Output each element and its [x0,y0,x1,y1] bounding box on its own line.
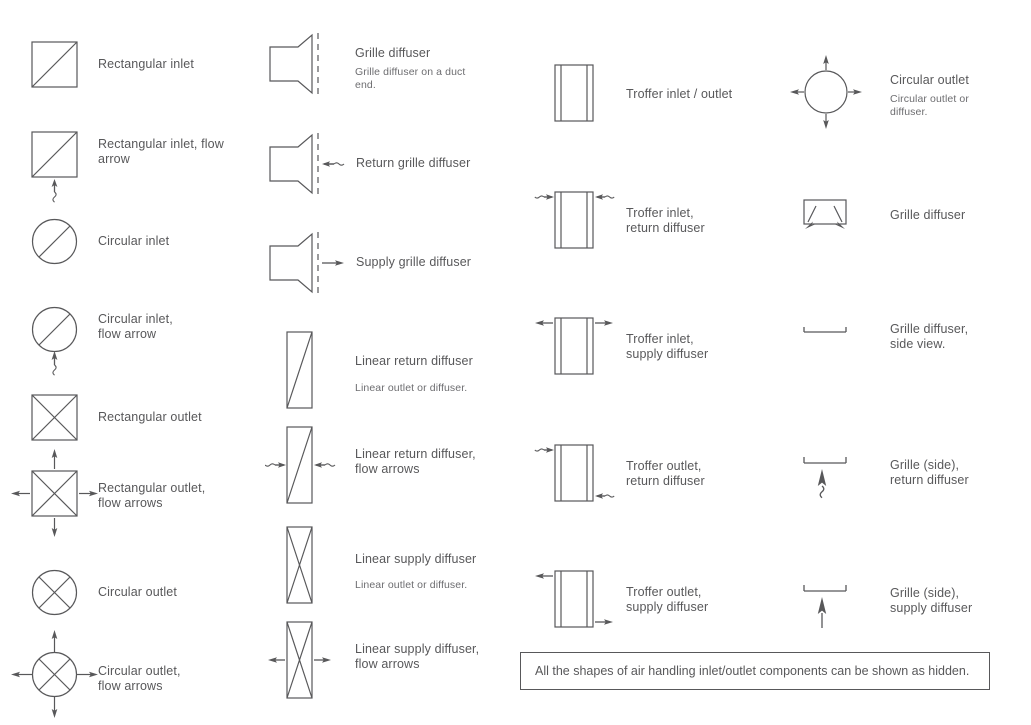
legend-sublabel: Grille diffuser on a duct end. [355,66,466,91]
legend-label: Return grille diffuser [356,156,471,170]
legend-label: Circular outlet, flow arrows [98,664,181,693]
legend-diagram: Rectangular inlet Rectangular inlet, flo… [0,0,1031,725]
legend-sublabel: Linear outlet or diffuser. [355,579,468,591]
legend-label: Rectangular inlet [98,57,194,71]
legend-label: Troffer inlet, supply diffuser [626,332,709,361]
rectangular-inlet-flow-arrow-icon [31,131,78,203]
linear-supply-diffuser-icon [286,526,313,604]
legend-label: Troffer inlet / outlet [626,87,733,101]
linear-return-diffuser-flow-arrows-icon [265,426,336,504]
legend-label: Linear supply diffuser, flow arrows [355,642,480,671]
legend-label: Troffer outlet, supply diffuser [626,585,709,614]
legend-label: Grille (side), supply diffuser [890,586,973,615]
legend-sublabel: Linear outlet or diffuser. [355,382,468,394]
legend-label: Grille diffuser [355,46,431,60]
circular-inlet-icon [31,218,78,265]
rectangular-outlet-flow-arrows-icon [11,449,98,537]
legend-label: Supply grille diffuser [356,255,472,269]
legend-label: Linear return diffuser [355,354,473,368]
grille-diffuser-plan-icon [803,199,847,229]
troffer-inlet-outlet-icon [554,64,594,122]
note-text: All the shapes of air handling inlet/out… [535,664,970,678]
legend-label: Troffer inlet, return diffuser [626,206,705,235]
circular-inlet-flow-arrow-icon [31,306,78,376]
legend-label: Rectangular inlet, flow arrow [98,137,224,166]
linear-return-diffuser-icon [286,331,313,409]
grille-diffuser-duct-end-icon [269,33,319,95]
troffer-inlet-supply-diffuser-icon [535,317,613,375]
grille-diffuser-side-view-icon [803,327,847,333]
grille-side-return-diffuser-icon [803,457,847,499]
circular-outlet-diffuser-icon [790,55,862,129]
legend-label: Grille diffuser [890,208,966,222]
circular-outlet-icon [31,569,78,616]
legend-label: Circular outlet [890,73,969,87]
legend-label: Rectangular outlet [98,410,202,424]
legend-label: Grille diffuser, side view. [890,322,969,351]
legend-label: Circular inlet, flow arrow [98,312,173,341]
rectangular-outlet-icon [31,394,78,441]
troffer-inlet-return-diffuser-icon [534,191,615,249]
return-grille-diffuser-icon [269,133,345,195]
note-box: All the shapes of air handling inlet/out… [520,652,990,690]
grille-side-supply-diffuser-icon [803,585,847,628]
legend-label: Grille (side), return diffuser [890,458,969,487]
legend-label: Rectangular outlet, flow arrows [98,481,206,510]
legend-label: Circular outlet [98,585,177,599]
legend-label: Linear supply diffuser [355,552,477,566]
circular-outlet-flow-arrows-icon [11,630,98,718]
troffer-outlet-supply-diffuser-icon [535,570,613,628]
legend-label: Circular inlet [98,234,170,248]
rectangular-inlet-icon [31,41,78,88]
linear-supply-diffuser-flow-arrows-icon [268,621,331,699]
legend-label: Troffer outlet, return diffuser [626,459,705,488]
troffer-outlet-return-diffuser-icon [534,444,615,502]
legend-label: Linear return diffuser, flow arrows [355,447,476,476]
legend-sublabel: Circular outlet or diffuser. [890,93,969,118]
supply-grille-diffuser-icon [269,232,344,294]
